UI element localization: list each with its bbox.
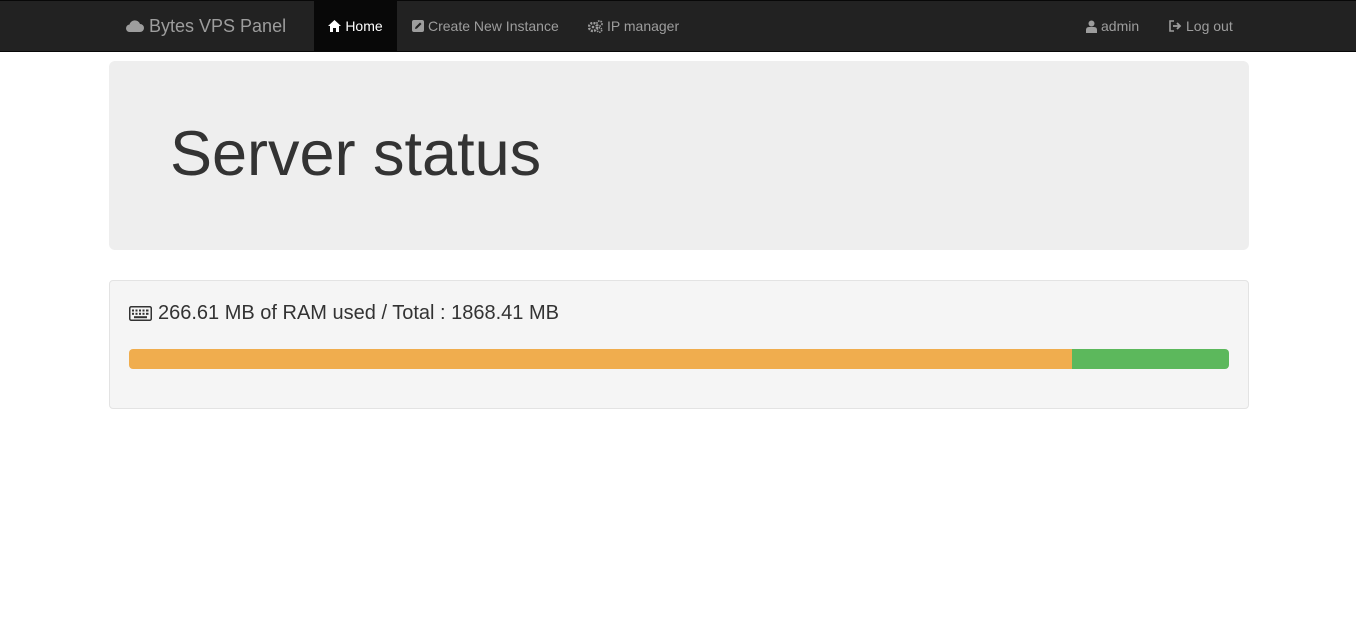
nav-item-label: Home	[345, 18, 383, 34]
nav-item-ip-manager[interactable]: IP manager	[588, 1, 679, 51]
brand-link[interactable]: Bytes VPS Panel	[124, 1, 286, 51]
nav-item-logout[interactable]: Log out	[1169, 1, 1233, 51]
nav-item-home[interactable]: Home	[314, 1, 397, 51]
keyboard-icon	[129, 306, 152, 321]
cloud-icon	[126, 20, 144, 32]
user-icon	[1086, 20, 1097, 33]
nav-item-label: IP manager	[607, 18, 680, 34]
nav-item-label: Log out	[1186, 18, 1233, 34]
logout-icon	[1169, 20, 1182, 32]
ram-usage-panel: 266.61 MB of RAM used / Total : 1868.41 …	[109, 280, 1249, 409]
nav-item-label: admin	[1101, 18, 1140, 34]
home-icon	[328, 20, 342, 32]
edit-icon	[412, 20, 424, 32]
ram-progress-bar	[129, 349, 1229, 369]
cogs-icon	[588, 19, 603, 33]
nav-item-create-instance[interactable]: Create New Instance	[412, 1, 559, 51]
progress-bar-free	[1071, 349, 1229, 369]
page-title: Server status	[170, 119, 542, 189]
progress-bar-used	[129, 349, 1072, 369]
brand-label: Bytes VPS Panel	[149, 15, 287, 36]
nav-item-admin[interactable]: admin	[1086, 1, 1139, 51]
nav-item-label: Create New Instance	[428, 18, 559, 34]
ram-usage-text: 266.61 MB of RAM used / Total : 1868.41 …	[158, 302, 559, 324]
top-navbar: Bytes VPS Panel Home Create New Instance…	[0, 0, 1356, 52]
ram-usage-line: 266.61 MB of RAM used / Total : 1868.41 …	[129, 302, 559, 325]
jumbotron: Server status	[109, 61, 1249, 250]
